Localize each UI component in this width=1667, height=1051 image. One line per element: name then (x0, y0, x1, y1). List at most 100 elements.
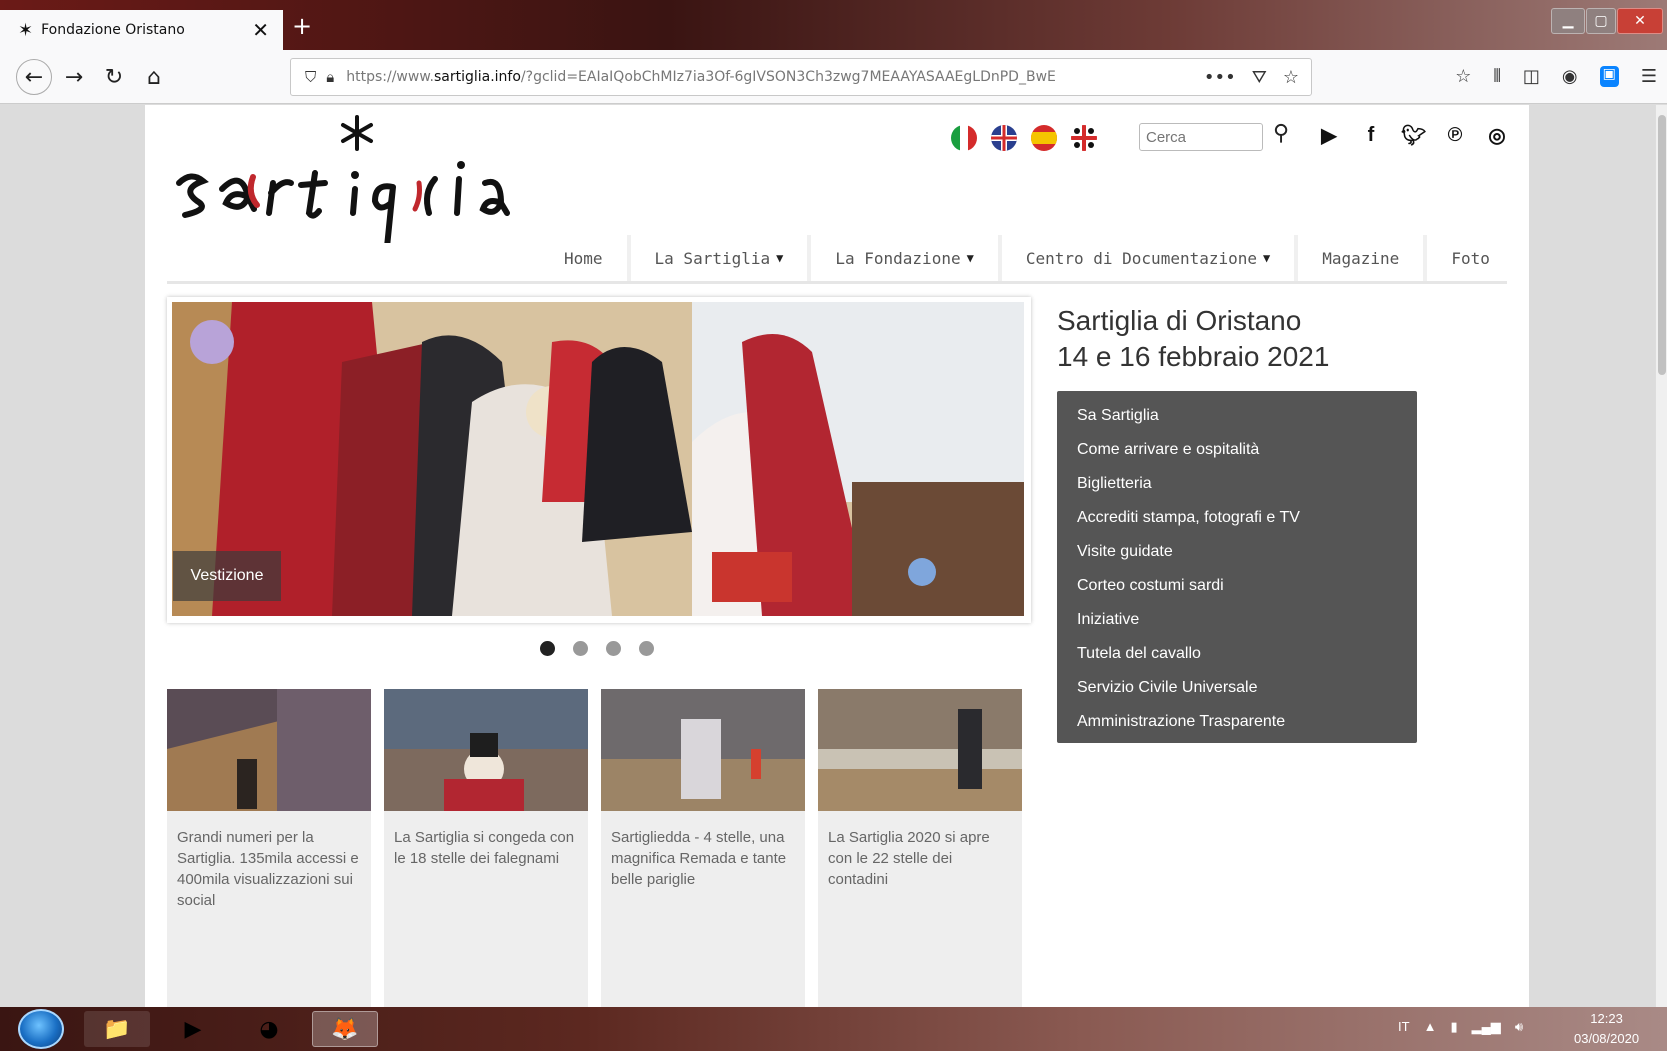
news-title: Grandi numeri per la Sartiglia. 135mila … (177, 829, 359, 909)
news-title: La Sartiglia si congeda con le 18 stelle… (394, 829, 575, 867)
flag-english-icon[interactable] (991, 125, 1017, 151)
event-menu-item[interactable]: Corteo costumi sardi (1077, 569, 1417, 603)
event-menu-item[interactable]: Visite guidate (1077, 535, 1417, 569)
flag-spanish-icon[interactable] (1031, 125, 1057, 151)
caret-down-icon: ▼ (1263, 251, 1271, 265)
news-cards: Grandi numeri per la Sartiglia. 135mila … (167, 689, 1022, 1007)
media-player-icon[interactable]: ▶ (160, 1011, 226, 1047)
input-language[interactable]: IT (1398, 1019, 1410, 1035)
caret-down-icon: ▼ (776, 251, 784, 265)
firefox-icon[interactable]: 🦊 (312, 1011, 378, 1047)
news-thumbnail (818, 689, 1022, 811)
close-window-button[interactable]: ✕ (1617, 8, 1663, 34)
event-menu: Sa Sartiglia Come arrivare e ospitalità … (1057, 391, 1417, 743)
hero-slider[interactable]: Vestizione (167, 297, 1031, 623)
news-card[interactable]: La Sartiglia si congeda con le 18 stelle… (384, 689, 588, 1007)
event-menu-item[interactable]: Amministrazione Trasparente (1077, 705, 1417, 739)
page-actions-icon[interactable]: ••• (1204, 67, 1236, 88)
event-menu-item[interactable]: Accrediti stampa, fotografi e TV (1077, 501, 1417, 535)
facebook-icon[interactable]: f (1359, 124, 1383, 147)
event-menu-item[interactable]: Servizio Civile Universale (1077, 671, 1417, 705)
nav-la-sartiglia[interactable]: La Sartiglia ▼ (631, 235, 812, 281)
forward-icon[interactable]: → (58, 61, 90, 93)
main-navigation: Home La Sartiglia ▼ La Fondazione ▼ Centro… (540, 235, 1514, 281)
signal-icon[interactable]: ▂▄▆ (1472, 1019, 1501, 1035)
event-title: Sartiglia di Oristano 14 e 16 febbraio 2… (1057, 305, 1330, 372)
zoom-extension-icon[interactable]: ▣ (1599, 66, 1619, 87)
slider-dot[interactable] (639, 641, 654, 656)
news-thumbnail (167, 689, 371, 811)
twitter-icon[interactable]: 🐦︎ (1401, 123, 1426, 148)
event-menu-item[interactable]: Biglietteria (1077, 467, 1417, 501)
instagram-icon[interactable]: ◎ (1485, 123, 1509, 148)
language-selector (951, 125, 1097, 151)
news-title: La Sartiglia 2020 si apre con le 22 stel… (828, 829, 990, 888)
maximize-window-button[interactable]: ▢ (1586, 8, 1616, 34)
menu-icon[interactable]: ☰ (1641, 66, 1657, 87)
page-scrollbar[interactable] (1655, 105, 1667, 1007)
url-text[interactable]: https://www.sartiglia.info/?gclid=EAIaIQ… (346, 69, 1056, 85)
flag-italian-icon[interactable] (951, 125, 977, 151)
nav-foto[interactable]: Foto (1427, 235, 1514, 281)
tab-strip: ✶ Fondazione Oristano ✕ + ▁ ▢ ✕ (0, 0, 1667, 50)
news-thumbnail (601, 689, 805, 811)
pocket-icon[interactable]: ⛛ (1252, 67, 1267, 88)
taskbar: 📁 ▶ ◕ 🦊 IT ▲ ▮ ▂▄▆ 🔊︎ 12:23 03/08/2020 (0, 1007, 1667, 1051)
nav-magazine[interactable]: Magazine (1298, 235, 1428, 281)
slider-dot[interactable] (540, 641, 555, 656)
search-icon[interactable]: ⚲ (1273, 121, 1289, 146)
social-links: ▶ f 🐦︎ ℗ ◎ (1317, 123, 1509, 148)
nav-divider (167, 281, 1507, 284)
chrome-icon[interactable]: ◕ (236, 1011, 302, 1047)
tray-overflow-icon[interactable]: ▲ (1424, 1019, 1437, 1035)
system-clock[interactable]: 12:23 03/08/2020 (1574, 1009, 1639, 1049)
site-favicon-icon: ✶ (18, 19, 34, 41)
flag-sardinian-icon[interactable] (1071, 125, 1097, 151)
slider-dot[interactable] (573, 641, 588, 656)
slider-pagination (540, 641, 654, 656)
file-explorer-icon[interactable]: 📁 (84, 1011, 150, 1047)
youtube-icon[interactable]: ▶ (1317, 123, 1341, 148)
close-tab-icon[interactable]: ✕ (252, 18, 269, 42)
tab-title: Fondazione Oristano (41, 22, 185, 38)
account-icon[interactable]: ◉ (1562, 66, 1578, 87)
slider-dot[interactable] (606, 641, 621, 656)
scrollbar-thumb[interactable] (1658, 115, 1666, 375)
nav-home[interactable]: Home (540, 235, 631, 281)
browser-tab[interactable]: ✶ Fondazione Oristano ✕ (0, 10, 283, 50)
tracking-shield-icon[interactable]: ⛉ (305, 68, 316, 86)
network-icon[interactable]: ▮ (1450, 1019, 1457, 1035)
bookmark-star-icon[interactable]: ☆ (1283, 67, 1299, 88)
news-thumbnail (384, 689, 588, 811)
start-button[interactable] (18, 1009, 64, 1049)
system-tray: IT ▲ ▮ ▂▄▆ 🔊︎ (1398, 1019, 1523, 1035)
news-card[interactable]: Grandi numeri per la Sartiglia. 135mila … (167, 689, 371, 1007)
search-input[interactable] (1139, 123, 1263, 151)
reload-icon[interactable]: ↻ (98, 61, 130, 93)
caret-down-icon: ▼ (966, 251, 974, 265)
browser-toolbar: ← → ↻ ⌂ ⛉ 🔒︎ https://www.sartiglia.info/… (0, 50, 1667, 104)
reading-list-icon[interactable]: ☆ (1455, 66, 1471, 87)
event-menu-item[interactable]: Sa Sartiglia (1077, 399, 1417, 433)
new-tab-button[interactable]: + (292, 14, 312, 38)
minimize-window-button[interactable]: ▁ (1551, 8, 1585, 34)
address-bar[interactable]: ⛉ 🔒︎ https://www.sartiglia.info/?gclid=E… (290, 58, 1312, 96)
nav-la-fondazione[interactable]: La Fondazione ▼ (811, 235, 1002, 281)
home-icon[interactable]: ⌂ (138, 61, 170, 93)
sartiglia-logo[interactable] (167, 113, 527, 243)
event-menu-item[interactable]: Iniziative (1077, 603, 1417, 637)
volume-icon[interactable]: 🔊︎ (1515, 1019, 1523, 1035)
news-card[interactable]: Sartigliedda - 4 stelle, una magnifica R… (601, 689, 805, 1007)
slide-image (172, 302, 1024, 616)
news-card[interactable]: La Sartiglia 2020 si apre con le 22 stel… (818, 689, 1022, 1007)
event-menu-item[interactable]: Tutela del cavallo (1077, 637, 1417, 671)
news-title: Sartigliedda - 4 stelle, una magnifica R… (611, 829, 787, 888)
event-menu-item[interactable]: Come arrivare e ospitalità (1077, 433, 1417, 467)
lock-icon[interactable]: 🔒︎ (326, 68, 334, 86)
nav-centro-documentazione[interactable]: Centro di Documentazione ▼ (1002, 235, 1299, 281)
pinterest-icon[interactable]: ℗ (1443, 124, 1467, 147)
library-icon[interactable]: ⫴ (1493, 66, 1501, 87)
back-icon[interactable]: ← (16, 59, 52, 95)
site-container: ⚲ ▶ f 🐦︎ ℗ ◎ Home La Sartiglia▼ La Fonda… (145, 105, 1529, 1007)
sidebar-icon[interactable]: ◫ (1523, 66, 1540, 87)
